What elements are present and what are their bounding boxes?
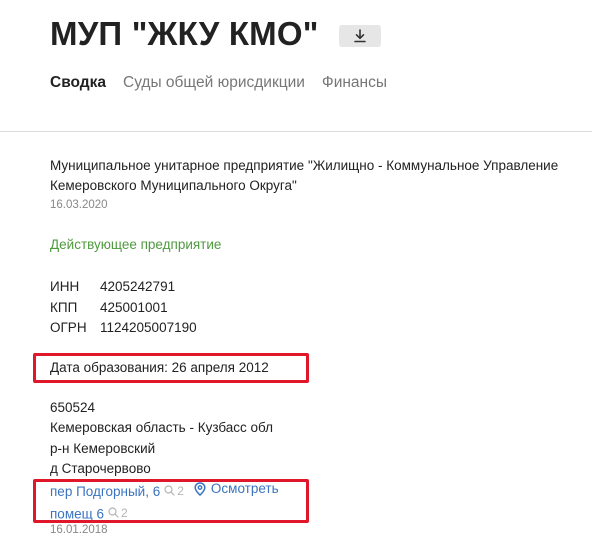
tab-bar: Сводка Суды общей юрисдикции Финансы [50,74,404,92]
address-postcode: 650524 [50,400,96,415]
header: МУП "ЖКУ КМО" [50,14,381,54]
company-full-name: Муниципальное унитарное предприятие "Жил… [50,158,559,193]
download-icon [353,29,366,43]
code-value: 4205242791 [100,279,176,294]
code-key: КПП [50,299,78,315]
name-date: 16.03.2020 [50,199,108,211]
address-settlement: д Старочервово [50,460,151,476]
code-row-kpp: КПП 425001001 [50,298,197,319]
tab-summary[interactable]: Сводка [50,74,106,92]
tab-finance[interactable]: Финансы [322,74,387,92]
page-title: МУП "ЖКУ КМО" [50,15,319,52]
code-row-ogrn: ОГРН 1124205007190 [50,318,197,339]
address-region: Кемеровская область - Кузбасс обл [50,420,274,436]
highlight-box-founded [33,353,309,383]
status-badge: Действующее предприятие [50,237,222,252]
download-button[interactable] [338,25,381,47]
highlight-box-address [33,479,309,523]
tab-courts[interactable]: Суды общей юрисдикции [123,74,305,92]
code-value: 1124205007190 [100,320,197,335]
registration-codes: ИНН 4205242791 КПП 425001001 ОГРН 112420… [50,277,197,339]
code-key: ОГРН [50,320,87,335]
address-date: 16.01.2018 [50,524,108,536]
code-row-inn: ИНН 4205242791 [50,277,197,298]
divider [0,131,592,132]
code-key: ИНН [50,279,80,294]
code-value: 425001001 [100,299,168,315]
address-district: р-н Кемеровский [50,440,156,456]
